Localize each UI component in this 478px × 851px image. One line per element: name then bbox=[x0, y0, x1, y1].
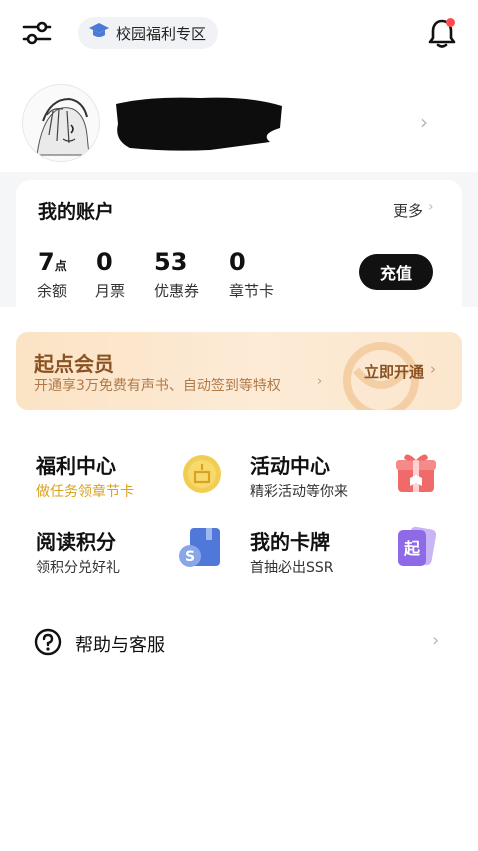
chevron-right-icon[interactable]: › bbox=[432, 630, 439, 651]
chevron-right-icon: › bbox=[428, 199, 434, 215]
feature-subtitle: 精彩活动等你来 bbox=[250, 484, 348, 500]
stat-label: 优惠券 bbox=[154, 282, 200, 300]
gift-box-icon bbox=[394, 450, 438, 494]
card-deck-icon: 起 bbox=[394, 524, 438, 568]
gold-coin-icon bbox=[180, 452, 224, 496]
stat-monthly-ticket[interactable]: 0 bbox=[96, 248, 113, 276]
redacted-username bbox=[110, 94, 288, 152]
notification-dot bbox=[446, 18, 455, 27]
campus-pill-label: 校园福利专区 bbox=[116, 24, 207, 43]
points-book-icon: S bbox=[178, 526, 222, 570]
stat-label: 章节卡 bbox=[229, 282, 275, 300]
stat-label: 余额 bbox=[37, 282, 68, 300]
profile-chevron-icon[interactable]: › bbox=[420, 110, 428, 134]
graduation-cap-icon bbox=[88, 22, 110, 44]
svg-text:起: 起 bbox=[403, 539, 421, 558]
stat-coupons[interactable]: 53 bbox=[154, 248, 187, 276]
stat-value: 7 bbox=[38, 248, 55, 276]
feature-title: 活动中心 bbox=[250, 454, 330, 478]
stat-chapter-cards[interactable]: 0 bbox=[229, 248, 246, 276]
stat-balance[interactable]: 7点 bbox=[38, 248, 67, 276]
question-circle-icon bbox=[34, 628, 62, 656]
feature-subtitle: 首抽必出SSR bbox=[250, 560, 334, 576]
campus-welfare-pill[interactable]: 校园福利专区 bbox=[78, 17, 219, 49]
account-title: 我的账户 bbox=[38, 201, 115, 223]
avatar[interactable] bbox=[22, 84, 100, 162]
stat-label: 月票 bbox=[95, 282, 126, 300]
feature-title: 我的卡牌 bbox=[250, 530, 330, 554]
feature-my-cards[interactable]: 我的卡牌 首抽必出SSR bbox=[250, 526, 400, 578]
recharge-button[interactable]: 充值 bbox=[359, 254, 433, 290]
feature-activity-center[interactable]: 活动中心 精彩活动等你来 bbox=[250, 450, 400, 502]
sliders-icon[interactable] bbox=[22, 18, 52, 48]
account-more-link[interactable]: 更多 bbox=[393, 200, 423, 221]
member-title: 起点会员 bbox=[34, 352, 114, 376]
chevron-right-icon: › bbox=[317, 374, 323, 389]
member-subtitle: 开通享3万免费有声书、自动签到等特权 bbox=[34, 378, 281, 394]
stat-unit: 点 bbox=[54, 259, 67, 273]
svg-text:S: S bbox=[185, 549, 195, 565]
member-open-button[interactable]: 立即开通 bbox=[364, 361, 424, 382]
chevron-right-icon: › bbox=[430, 360, 436, 378]
help-and-support-item[interactable]: 帮助与客服 bbox=[75, 631, 165, 657]
